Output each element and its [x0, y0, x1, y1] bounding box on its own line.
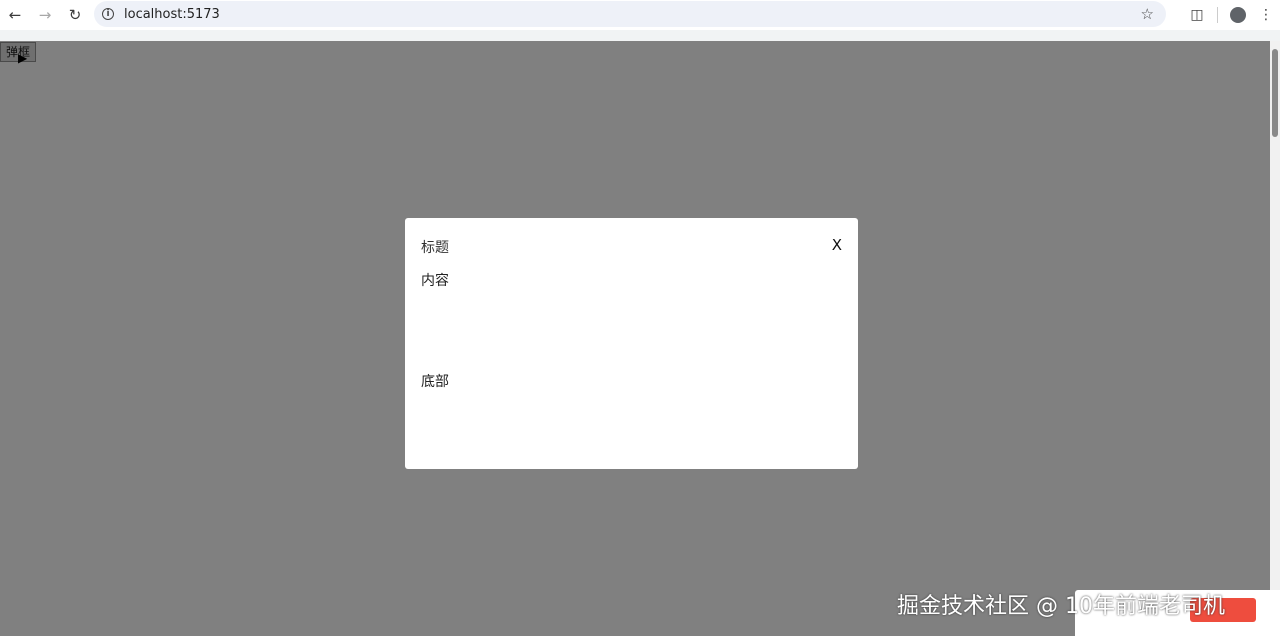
info-icon[interactable]: i — [102, 8, 114, 20]
browser-actions: ◫ ⋮ — [1183, 0, 1280, 30]
reload-icon[interactable]: ↻ — [60, 0, 90, 30]
modal-title: 标题 — [421, 240, 449, 256]
bookmark-star-icon[interactable]: ☆ — [1141, 5, 1154, 23]
page-viewport: 弹框 ▶ 标题 X 内容 底部 — [0, 41, 1270, 636]
watermark: 掘金技术社区 @ 10年前端老司机 — [897, 594, 1225, 619]
toolbar-divider — [1217, 7, 1218, 23]
back-arrow-icon[interactable]: ← — [0, 0, 30, 30]
url-text: localhost:5173 — [124, 6, 220, 22]
modal-dialog: 标题 X 内容 底部 — [405, 218, 858, 469]
profile-icon[interactable] — [1224, 1, 1252, 29]
modal-content: 内容 — [421, 273, 449, 289]
address-bar[interactable]: i localhost:5173 ☆ — [94, 1, 1166, 27]
forward-arrow-icon[interactable]: → — [30, 0, 60, 30]
page-scrollbar[interactable] — [1270, 41, 1280, 636]
scrollbar-thumb[interactable] — [1272, 49, 1278, 137]
menu-dots-icon[interactable]: ⋮ — [1252, 1, 1280, 29]
browser-toolbar: ← → ↻ i localhost:5173 ☆ ◫ ⋮ — [0, 0, 1280, 30]
modal-close-button[interactable]: X — [832, 236, 842, 254]
extensions-icon[interactable]: ◫ — [1183, 1, 1211, 29]
mouse-cursor-icon: ▶ — [18, 51, 28, 65]
modal-footer: 底部 — [421, 374, 449, 390]
